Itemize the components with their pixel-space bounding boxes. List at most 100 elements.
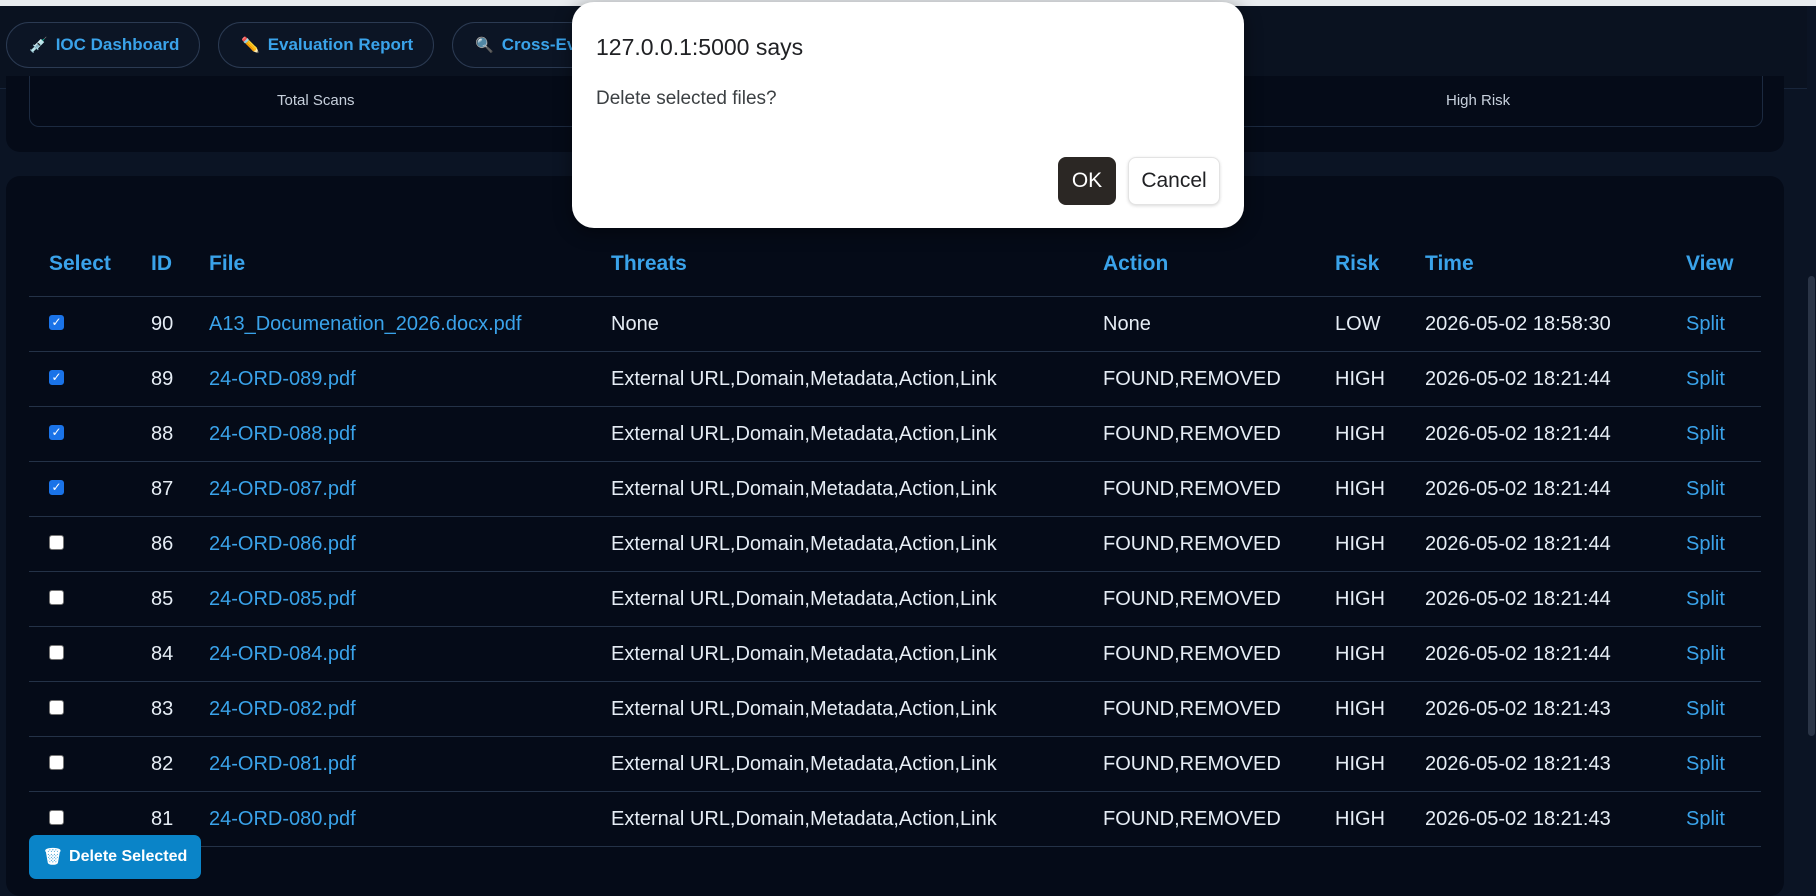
cell-threats: External URL,Domain,Metadata,Action,Link xyxy=(611,367,997,390)
nav-cross-label: Cross-Ev xyxy=(501,35,577,54)
cell-action: None xyxy=(1103,312,1151,335)
dialog-cancel-button[interactable]: Cancel xyxy=(1128,157,1220,205)
cell-view-link[interactable]: Split xyxy=(1686,627,1725,681)
cell-select xyxy=(49,737,64,791)
table-row: 81 24-ORD-080.pdf External URL,Domain,Meta… xyxy=(29,792,1761,847)
cell-time: 2026-05-02 18:21:44 xyxy=(1425,587,1611,610)
cell-select xyxy=(49,572,64,626)
header-id: ID xyxy=(151,252,172,275)
cell-view-link[interactable]: Split xyxy=(1686,792,1725,846)
row-checkbox[interactable]: ✓ xyxy=(49,314,64,330)
cell-action: FOUND,REMOVED xyxy=(1103,807,1281,830)
cell-view-link[interactable]: Split xyxy=(1686,352,1725,406)
row-checkbox[interactable]: ✓ xyxy=(49,424,64,440)
cell-file-link[interactable]: 24-ORD-088.pdf xyxy=(209,407,356,461)
cell-risk: HIGH xyxy=(1335,752,1385,775)
row-checkbox[interactable] xyxy=(49,534,64,550)
header-time: Time xyxy=(1425,252,1474,275)
cell-threats: External URL,Domain,Metadata,Action,Link xyxy=(611,477,997,500)
header-file: File xyxy=(209,252,246,275)
cell-file-link[interactable]: 24-ORD-089.pdf xyxy=(209,352,356,406)
table-row: ✓ 88 24-ORD-088.pdf External URL,Domain,Met… xyxy=(29,407,1761,462)
row-checkbox[interactable] xyxy=(49,754,64,770)
table-row: 84 24-ORD-084.pdf External URL,Domain,Meta… xyxy=(29,627,1761,682)
cell-select xyxy=(49,627,64,681)
cell-file-link[interactable]: 24-ORD-086.pdf xyxy=(209,517,356,571)
cell-file-link[interactable]: 24-ORD-085.pdf xyxy=(209,572,356,626)
cell-id: 90 xyxy=(151,312,174,335)
cell-id: 87 xyxy=(151,477,174,500)
cell-view-link[interactable]: Split xyxy=(1686,297,1725,351)
cell-risk: HIGH xyxy=(1335,642,1385,665)
cell-select: ✓ xyxy=(49,352,64,406)
cell-action: FOUND,REMOVED xyxy=(1103,642,1281,665)
scrollbar-thumb[interactable] xyxy=(1808,276,1815,736)
nav-ioc-dashboard-button[interactable]: 💉 IOC Dashboard xyxy=(6,22,200,68)
row-checkbox[interactable] xyxy=(49,699,64,715)
cell-id: 85 xyxy=(151,587,174,610)
cell-id: 82 xyxy=(151,752,174,775)
row-checkbox[interactable]: ✓ xyxy=(49,369,64,385)
cell-view-link[interactable]: Split xyxy=(1686,517,1725,571)
cell-file-link[interactable]: 24-ORD-081.pdf xyxy=(209,737,356,791)
cell-action: FOUND,REMOVED xyxy=(1103,697,1281,720)
cell-action: FOUND,REMOVED xyxy=(1103,752,1281,775)
delete-selected-button[interactable]: 🗑 Delete Selected xyxy=(29,835,201,879)
cell-time: 2026-05-02 18:21:43 xyxy=(1425,752,1611,775)
dialog-title: 127.0.0.1:5000 says xyxy=(596,34,804,60)
cell-file-link[interactable]: A13_Documenation_2026.docx.pdf xyxy=(209,297,521,351)
cell-file-link[interactable]: 24-ORD-082.pdf xyxy=(209,682,356,736)
scans-table: Select ID File Threats Action Risk Time … xyxy=(29,232,1761,847)
table-header-row: Select ID File Threats Action Risk Time … xyxy=(29,232,1761,297)
dialog-message: Delete selected files? xyxy=(596,88,777,109)
delete-selected-label: Delete Selected xyxy=(69,848,188,865)
row-checkbox[interactable] xyxy=(49,809,64,825)
cell-threats: External URL,Domain,Metadata,Action,Link xyxy=(611,532,997,555)
cell-view-link[interactable]: Split xyxy=(1686,682,1725,736)
cell-threats: External URL,Domain,Metadata,Action,Link xyxy=(611,697,997,720)
cell-select: ✓ xyxy=(49,297,64,351)
nav-eval-label: Evaluation Report xyxy=(267,35,414,54)
trash-icon: 🗑 xyxy=(42,849,64,866)
cell-action: FOUND,REMOVED xyxy=(1103,367,1281,390)
cell-select: ✓ xyxy=(49,462,64,516)
cell-time: 2026-05-02 18:21:43 xyxy=(1425,807,1611,830)
cell-file-link[interactable]: 24-ORD-084.pdf xyxy=(209,627,356,681)
cell-threats: External URL,Domain,Metadata,Action,Link xyxy=(611,807,997,830)
cell-threats: External URL,Domain,Metadata,Action,Link xyxy=(611,752,997,775)
cell-view-link[interactable]: Split xyxy=(1686,572,1725,626)
table-body: ✓ 90 A13_Documenation_2026.docx.pdf None Non… xyxy=(29,297,1761,847)
cell-id: 84 xyxy=(151,642,174,665)
cell-view-link[interactable]: Split xyxy=(1686,737,1725,791)
nav-evaluation-report-button[interactable]: ✏️ Evaluation Report xyxy=(218,22,434,68)
cell-file-link[interactable]: 24-ORD-087.pdf xyxy=(209,462,356,516)
cell-action: FOUND,REMOVED xyxy=(1103,422,1281,445)
cell-risk: HIGH xyxy=(1335,367,1385,390)
cell-time: 2026-05-02 18:58:30 xyxy=(1425,312,1611,335)
cell-action: FOUND,REMOVED xyxy=(1103,532,1281,555)
table-row: ✓ 90 A13_Documenation_2026.docx.pdf None Non… xyxy=(29,297,1761,352)
table-row: 83 24-ORD-082.pdf External URL,Domain,Meta… xyxy=(29,682,1761,737)
row-checkbox[interactable] xyxy=(49,644,64,660)
syringe-icon: 💉 xyxy=(29,37,48,54)
header-action: Action xyxy=(1103,252,1169,275)
cell-threats: None xyxy=(611,312,659,335)
row-checkbox[interactable] xyxy=(49,589,64,605)
cell-risk: HIGH xyxy=(1335,587,1385,610)
scans-table-panel: Select ID File Threats Action Risk Time … xyxy=(6,176,1784,896)
page-scrollbar[interactable] xyxy=(1807,6,1816,883)
cell-file-link[interactable]: 24-ORD-080.pdf xyxy=(209,792,356,846)
cell-risk: HIGH xyxy=(1335,532,1385,555)
row-checkbox[interactable]: ✓ xyxy=(49,479,64,495)
cell-risk: HIGH xyxy=(1335,477,1385,500)
table-row: 86 24-ORD-086.pdf External URL,Domain,Meta… xyxy=(29,517,1761,572)
nav-ioc-label: IOC Dashboard xyxy=(55,35,180,54)
cell-id: 86 xyxy=(151,532,174,555)
header-select: Select xyxy=(49,252,111,275)
cell-view-link[interactable]: Split xyxy=(1686,407,1725,461)
cell-view-link[interactable]: Split xyxy=(1686,462,1725,516)
dialog-ok-button[interactable]: OK xyxy=(1058,157,1116,205)
cell-risk: LOW xyxy=(1335,312,1381,335)
cell-select: ✓ xyxy=(49,407,64,461)
table-row: ✓ 87 24-ORD-087.pdf External URL,Domain,Met… xyxy=(29,462,1761,517)
